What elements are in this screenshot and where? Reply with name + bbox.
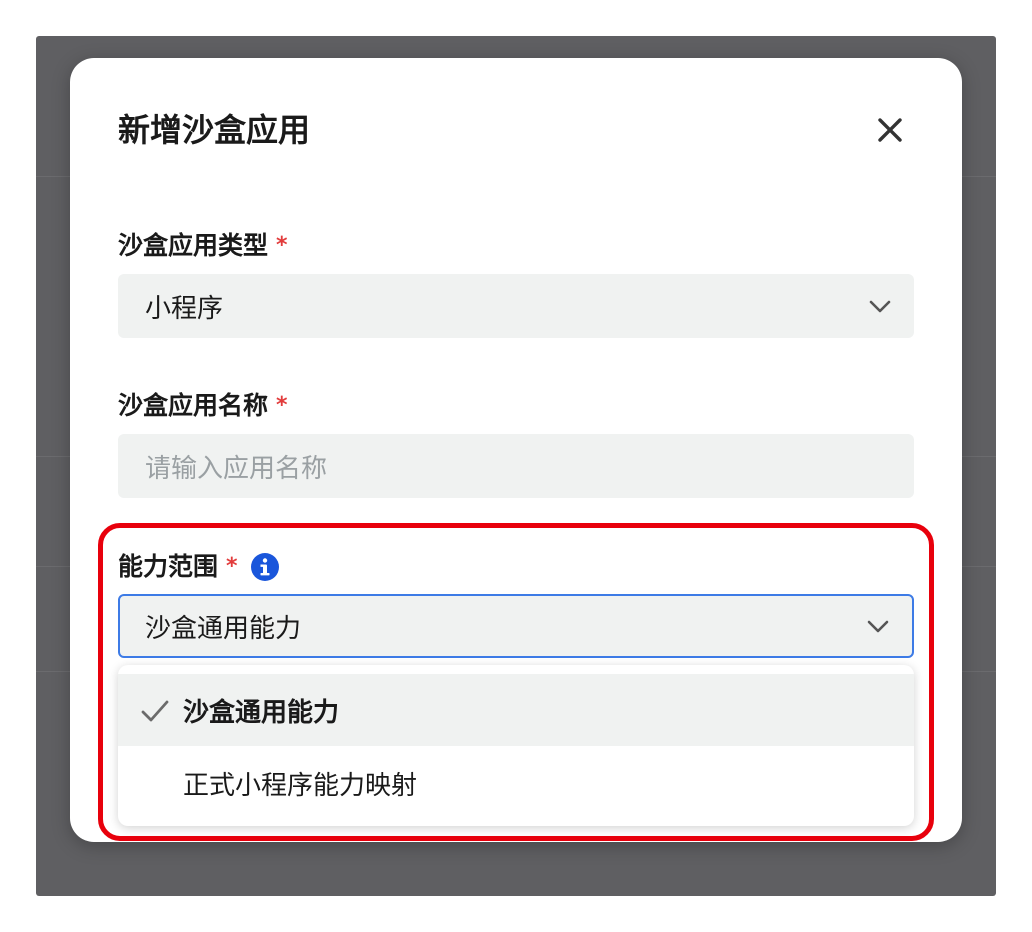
app-name-label-text: 沙盒应用名称	[118, 391, 269, 420]
option-label: 沙盒通用能力	[183, 697, 340, 728]
close-button[interactable]	[870, 110, 910, 150]
scope-value: 沙盒通用能力	[145, 613, 302, 644]
required-mark: *	[276, 393, 288, 418]
scope-label: 能力范围 *	[118, 549, 280, 585]
chevron-down-icon	[869, 300, 891, 313]
app-type-label-text: 沙盒应用类型	[118, 231, 269, 260]
scope-dropdown-menu: 沙盒通用能力 正式小程序能力映射	[118, 665, 914, 826]
dialog-title: 新增沙盒应用	[118, 111, 311, 149]
close-icon	[878, 118, 902, 142]
app-name-input[interactable]: 请输入应用名称	[118, 434, 914, 498]
required-mark: *	[226, 554, 238, 579]
app-type-label: 沙盒应用类型 *	[118, 228, 288, 264]
scope-label-text: 能力范围	[118, 552, 219, 581]
app-type-select[interactable]: 小程序	[118, 274, 914, 338]
info-icon[interactable]	[250, 552, 280, 582]
option-label: 正式小程序能力映射	[183, 770, 418, 801]
chevron-down-icon	[867, 620, 889, 633]
scope-option-formal-mapping[interactable]: 正式小程序能力映射	[118, 747, 914, 819]
scope-select[interactable]: 沙盒通用能力	[118, 594, 914, 658]
app-name-placeholder: 请输入应用名称	[145, 453, 328, 484]
app-name-label: 沙盒应用名称 *	[118, 388, 288, 424]
app-type-value: 小程序	[145, 293, 224, 324]
required-mark: *	[276, 233, 288, 258]
scope-option-sandbox-general[interactable]: 沙盒通用能力	[118, 674, 914, 746]
check-icon	[141, 700, 169, 722]
